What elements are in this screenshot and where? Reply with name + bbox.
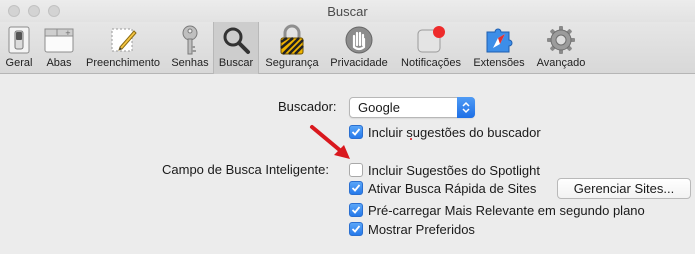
tab-preenchimento[interactable]: Preenchimento [82, 22, 164, 74]
show-favorites-checkbox[interactable] [349, 222, 363, 236]
include-suggestions-option[interactable]: Incluir sugestões do buscador [349, 124, 541, 140]
tab-notificacoes[interactable]: Notificações [396, 22, 466, 74]
title-bar: Buscar [0, 0, 695, 22]
chevron-updown-icon [457, 97, 475, 118]
extensions-compass-icon [481, 23, 517, 57]
quick-website-search-checkbox[interactable] [349, 181, 363, 195]
tab-avancado[interactable]: Avançado [532, 22, 590, 74]
tab-senhas-label: Senhas [171, 57, 209, 69]
svg-text:+: + [65, 29, 71, 37]
preload-top-hit-label: Pré-carregar Mais Relevante em segundo p… [368, 202, 645, 218]
tab-seguranca[interactable]: Segurança [261, 22, 323, 74]
gear-icon [543, 23, 579, 57]
preload-top-hit-checkbox[interactable] [349, 203, 363, 217]
red-arrow-icon [310, 125, 350, 159]
tab-preenchimento-label: Preenchimento [86, 57, 160, 69]
quick-website-search-label: Ativar Busca Rápida de Sites [368, 180, 537, 196]
preload-top-hit-option[interactable]: Pré-carregar Mais Relevante em segundo p… [349, 202, 645, 218]
smart-search-field-label: Campo de Busca Inteligente: [162, 162, 329, 177]
red-dot-mark [410, 138, 412, 140]
autofill-pencil-icon [105, 23, 141, 57]
magnifier-icon [218, 23, 254, 57]
tab-buscar[interactable]: Buscar [213, 22, 259, 74]
tab-seguranca-label: Segurança [265, 57, 319, 69]
tab-notificacoes-label: Notificações [401, 57, 461, 69]
tab-buscar-label: Buscar [218, 57, 254, 69]
window-title: Buscar [327, 4, 368, 19]
general-switch-icon [1, 23, 37, 57]
tab-privacidade-label: Privacidade [330, 57, 388, 69]
search-engine-label: Buscador: [278, 99, 337, 114]
search-preferences-pane: Buscador: Google Incluir sugestões do bu… [0, 75, 695, 254]
hand-icon [341, 23, 377, 57]
tab-privacidade[interactable]: Privacidade [325, 22, 393, 74]
tab-geral-label: Geral [5, 57, 33, 69]
show-favorites-option[interactable]: Mostrar Preferidos [349, 221, 475, 237]
tabs-icon: + [41, 23, 77, 57]
show-favorites-label: Mostrar Preferidos [368, 221, 475, 237]
tab-abas[interactable]: + Abas [40, 22, 78, 74]
preferences-toolbar: Geral + Abas Preenchimento Senhas Buscar… [0, 22, 695, 74]
tab-extensoes-label: Extensões [473, 57, 525, 69]
quick-website-search-option[interactable]: Ativar Busca Rápida de Sites [349, 180, 536, 196]
manage-websites-button[interactable]: Gerenciar Sites... [557, 178, 691, 199]
tab-abas-label: Abas [46, 57, 72, 69]
key-icon [172, 23, 208, 57]
search-engine-value: Google [358, 100, 400, 115]
lock-icon [274, 23, 310, 57]
notification-badge-icon [413, 23, 449, 57]
tab-extensoes[interactable]: Extensões [469, 22, 529, 74]
spotlight-checkbox[interactable] [349, 163, 363, 177]
tab-geral[interactable]: Geral [2, 22, 36, 74]
spotlight-label: Incluir Sugestões do Spotlight [368, 162, 540, 178]
include-suggestions-label: Incluir sugestões do buscador [368, 124, 541, 140]
tab-senhas[interactable]: Senhas [168, 22, 212, 74]
search-engine-select[interactable]: Google [349, 97, 475, 118]
spotlight-option[interactable]: Incluir Sugestões do Spotlight [349, 162, 540, 178]
tab-avancado-label: Avançado [536, 57, 586, 69]
